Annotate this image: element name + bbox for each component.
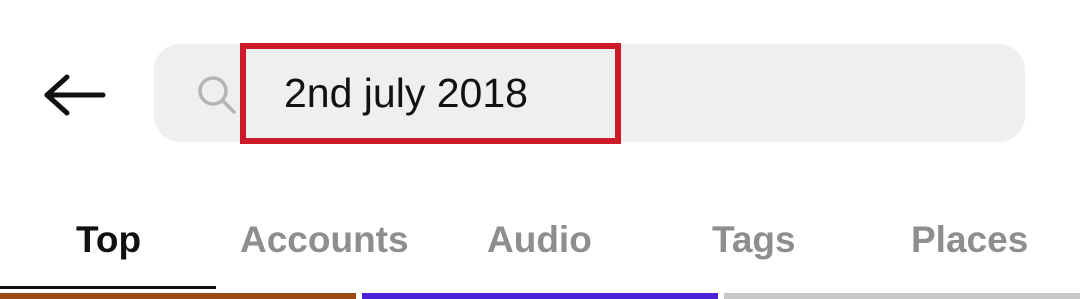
search-bar[interactable] (154, 44, 1025, 142)
result-thumbnail-2[interactable] (362, 293, 718, 299)
active-tab-indicator (0, 286, 216, 289)
search-icon (198, 76, 236, 114)
tab-top[interactable]: Top (76, 210, 141, 270)
search-screen: Top Accounts Audio Tags Places (0, 0, 1080, 299)
tab-places[interactable]: Places (911, 210, 1028, 270)
search-input[interactable] (284, 68, 984, 118)
arrow-left-icon (44, 74, 106, 116)
back-button[interactable] (30, 55, 120, 135)
tab-tags[interactable]: Tags (712, 210, 796, 270)
tab-audio[interactable]: Audio (487, 210, 592, 270)
result-thumbnail-3[interactable] (724, 293, 1080, 299)
results-grid (0, 293, 1080, 299)
result-thumbnail-1[interactable] (0, 293, 356, 299)
tab-accounts[interactable]: Accounts (240, 210, 409, 270)
search-tabs: Top Accounts Audio Tags Places (0, 200, 1080, 270)
